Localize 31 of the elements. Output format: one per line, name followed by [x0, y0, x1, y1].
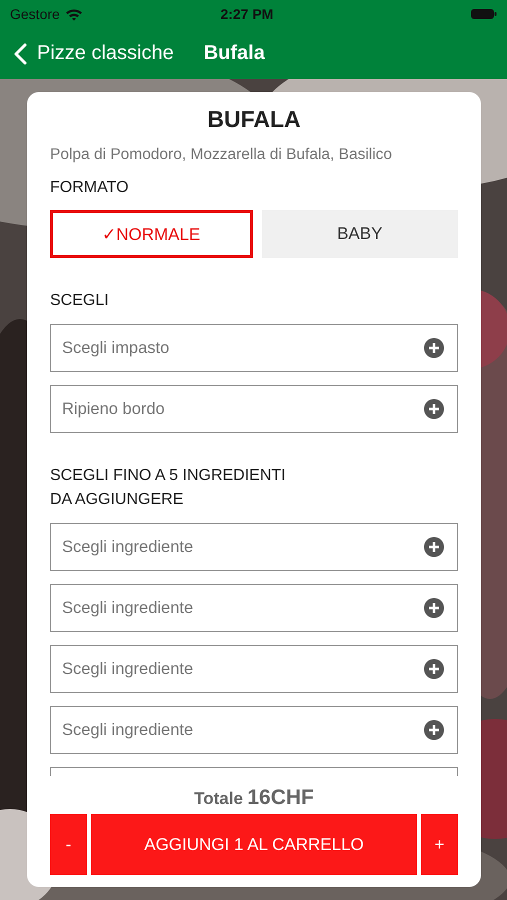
- carrier-name: Gestore: [10, 6, 60, 22]
- select-field[interactable]: Scegli impasto: [50, 324, 458, 372]
- back-button[interactable]: Pizze classiche: [14, 42, 174, 65]
- select-field[interactable]: Ripieno bordo: [50, 385, 458, 433]
- section-label: SCEGLI: [50, 291, 110, 311]
- total-label: Totale: [194, 789, 243, 808]
- select-field[interactable]: Scegli ingrediente: [50, 584, 458, 632]
- increase-button[interactable]: +: [421, 814, 458, 875]
- product-description: Polpa di Pomodoro, Mozzarella di Bufala, Basilico: [50, 146, 394, 164]
- battery-icon: [471, 8, 497, 20]
- plus-icon: [424, 338, 444, 358]
- section-label: FORMATO: [50, 178, 130, 198]
- select-field[interactable]: Scegli ingrediente: [50, 645, 458, 693]
- add-to-cart-button[interactable]: AGGIUNGI 1 AL CARRELLO: [91, 814, 417, 875]
- plus-icon: [424, 537, 444, 557]
- select-field[interactable]: Scegli ingrediente: [50, 706, 458, 754]
- wifi-icon: [64, 8, 83, 20]
- decrease-button[interactable]: -: [50, 814, 87, 875]
- section-label: SCEGLI FINO A 5 INGREDIENTI DA AGGIUNGERE: [50, 466, 287, 510]
- plus-icon: [424, 399, 444, 419]
- size-option[interactable]: ✓NORMALE: [50, 210, 252, 258]
- status-time: 2:27 PM: [219, 6, 274, 22]
- chevron-left-icon: [14, 42, 27, 64]
- product-name: BUFALA: [206, 106, 302, 134]
- screen-title: Bufala: [204, 42, 265, 65]
- select-field[interactable]: Scegli ingrediente: [50, 523, 458, 571]
- plus-icon: [424, 659, 444, 679]
- size-option[interactable]: BABY: [262, 210, 458, 258]
- total-amount: 16CHF: [247, 786, 314, 809]
- plus-icon: [424, 720, 444, 740]
- plus-icon: [424, 598, 444, 618]
